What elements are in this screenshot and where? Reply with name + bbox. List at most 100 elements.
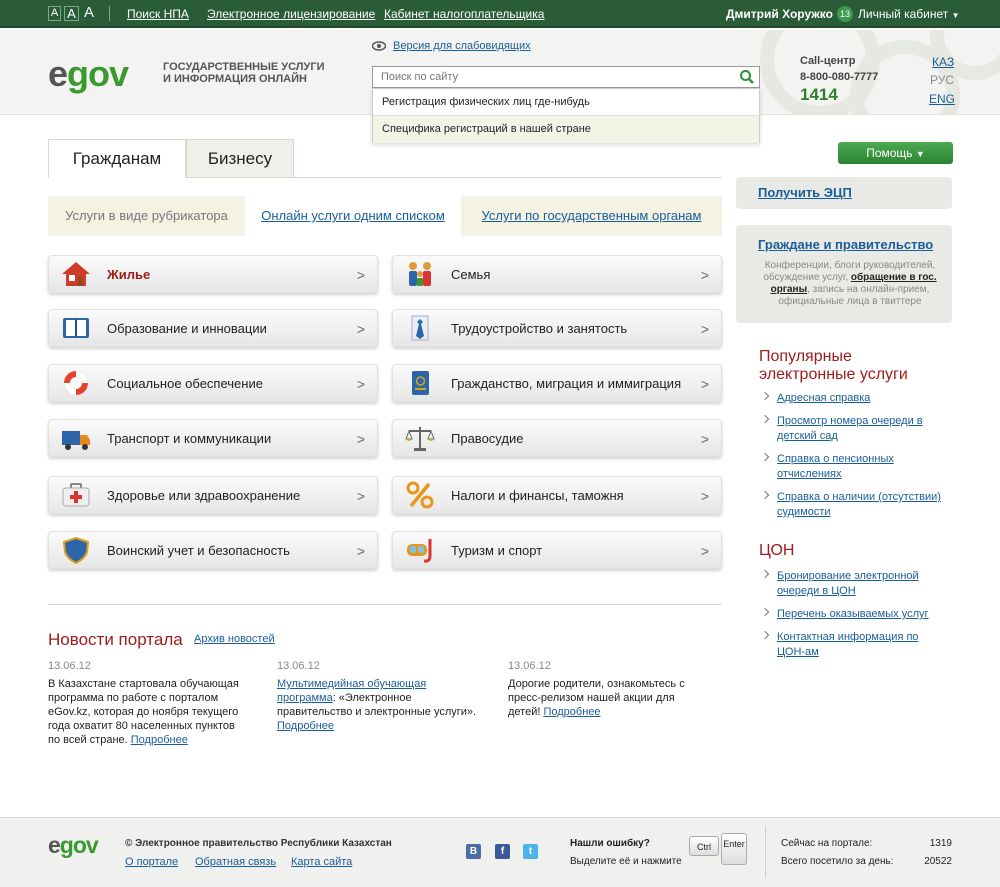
category-education[interactable]: Образование и инновации > bbox=[48, 309, 378, 347]
get-ecp-link[interactable]: Получить ЭЦП bbox=[758, 185, 852, 200]
e-licensing-link[interactable]: Электронное лицензирование bbox=[207, 7, 375, 21]
news-more-link[interactable]: Подробнее bbox=[543, 706, 600, 718]
family-icon bbox=[404, 260, 436, 288]
subnav-by-agency[interactable]: Услуги по государственным органам bbox=[461, 196, 722, 236]
notification-badge[interactable]: 13 bbox=[837, 6, 853, 22]
news-more-link[interactable]: Подробнее bbox=[277, 720, 334, 732]
tab-citizens[interactable]: Гражданам bbox=[48, 139, 186, 178]
footer-logo[interactable]: egov bbox=[48, 832, 99, 859]
con-link[interactable]: Перечень оказываемых услуг bbox=[777, 608, 929, 620]
twitter-icon[interactable]: t bbox=[523, 844, 538, 859]
category-label: Трудоустройство и занятость bbox=[451, 321, 628, 336]
lang-kaz-link[interactable]: КАЗ bbox=[932, 55, 954, 69]
help-label: Помощь bbox=[866, 146, 913, 160]
online-now-label: Сейчас на портале: bbox=[781, 838, 873, 849]
search-icon[interactable] bbox=[739, 69, 755, 85]
popular-title: Популярные электронные услуги bbox=[759, 348, 908, 383]
day-visits-label: Всего посетило за день: bbox=[781, 856, 894, 867]
section-divider bbox=[48, 604, 722, 605]
category-label: Правосудие bbox=[451, 431, 524, 446]
subnav-online-list[interactable]: Онлайн услуги одним списком bbox=[248, 196, 458, 236]
chevron-bullet-icon bbox=[760, 414, 770, 424]
chevron-bullet-icon bbox=[760, 607, 770, 617]
subnav-rubricator[interactable]: Услуги в виде рубрикатора bbox=[48, 196, 245, 236]
search-input[interactable] bbox=[373, 67, 733, 87]
search-box bbox=[372, 66, 760, 88]
suggestion-item[interactable]: Специфика регистраций в нашей стране bbox=[373, 116, 759, 143]
category-housing[interactable]: Жилье > bbox=[48, 255, 378, 293]
caret-down-icon: ▼ bbox=[915, 149, 925, 159]
category-family[interactable]: Семья > bbox=[392, 255, 722, 293]
lifebuoy-icon bbox=[60, 369, 92, 397]
tagline: ГОСУДАРСТВЕННЫЕ УСЛУГИ И ИНФОРМАЦИЯ ОНЛАЙ… bbox=[163, 61, 325, 85]
category-label: Семья bbox=[451, 267, 491, 282]
category-citizenship[interactable]: Гражданство, миграция и иммиграция > bbox=[392, 364, 722, 402]
news-more-link[interactable]: Подробнее bbox=[131, 734, 188, 746]
subnav-online-list-link[interactable]: Онлайн услуги одним списком bbox=[261, 208, 445, 223]
font-size-medium-button[interactable]: A bbox=[64, 6, 79, 21]
feedback-link[interactable]: Обратная связь bbox=[195, 856, 276, 868]
suggestion-item[interactable]: Регистрация физических лиц где-нибудь bbox=[373, 89, 759, 116]
divider bbox=[765, 826, 766, 878]
category-health[interactable]: Здоровье или здравоохранение > bbox=[48, 476, 378, 514]
list-item: Справка о пенсионных отчислениях bbox=[760, 451, 942, 481]
short-number: 1414 bbox=[800, 85, 838, 104]
font-size-small-button[interactable]: A bbox=[48, 6, 61, 21]
news-item: 13.06.12 В Казахстане стартовала обучающ… bbox=[48, 660, 248, 747]
category-employment[interactable]: Трудоустройство и занятость > bbox=[392, 309, 722, 347]
list-item: Справка о наличии (отсутствии) судимости bbox=[760, 489, 942, 519]
chevron-right-icon: > bbox=[700, 431, 709, 447]
news-title: Новости портала bbox=[48, 630, 183, 649]
facebook-icon[interactable]: f bbox=[495, 844, 510, 859]
personal-cabinet-menu[interactable]: Личный кабинет ▼ bbox=[858, 7, 960, 21]
con-link[interactable]: Бронирование электронной очереди в ЦОН bbox=[777, 570, 919, 597]
chevron-bullet-icon bbox=[760, 452, 770, 462]
help-button[interactable]: Помощь ▼ bbox=[838, 142, 953, 164]
category-label: Воинский учет и безопасность bbox=[107, 543, 290, 558]
category-tourism[interactable]: Туризм и спорт > bbox=[392, 531, 722, 569]
low-vision-link[interactable]: Версия для слабовидящих bbox=[393, 40, 531, 52]
category-transport[interactable]: Транспорт и коммуникации > bbox=[48, 419, 378, 457]
list-item: Адресная справка bbox=[760, 390, 942, 405]
news-item: 13.06.12 Дорогие родители, ознакомьтесь … bbox=[508, 660, 708, 719]
npa-search-link[interactable]: Поиск НПА bbox=[127, 7, 189, 21]
personal-cabinet-label: Личный кабинет bbox=[858, 7, 949, 21]
con-link[interactable]: Контактная информация по ЦОН-ам bbox=[777, 631, 919, 658]
online-now-value: 1319 bbox=[929, 838, 952, 849]
ecp-box: Получить ЭЦП bbox=[736, 177, 952, 209]
taxpayer-cabinet-link[interactable]: Кабинет налогоплательщика bbox=[384, 7, 544, 21]
category-justice[interactable]: Правосудие > bbox=[392, 419, 722, 457]
citizens-gov-link[interactable]: Граждане и правительство bbox=[758, 237, 933, 252]
lang-eng-link[interactable]: ENG bbox=[929, 92, 955, 106]
font-size-large-button[interactable]: A bbox=[82, 5, 96, 21]
day-visits-value: 20522 bbox=[924, 856, 952, 867]
popular-service-link[interactable]: Справка о пенсионных отчислениях bbox=[777, 453, 894, 480]
news-archive-link[interactable]: Архив новостей bbox=[194, 633, 275, 645]
sitemap-link[interactable]: Карта сайта bbox=[291, 856, 352, 868]
category-military[interactable]: Воинский учет и безопасность > bbox=[48, 531, 378, 569]
passport-icon bbox=[404, 369, 436, 397]
egov-logo[interactable]: egov bbox=[48, 54, 129, 94]
top-bar: A A A Поиск НПА Электронное лицензирован… bbox=[0, 0, 1000, 28]
category-taxes[interactable]: Налоги и финансы, таможня > bbox=[392, 476, 722, 514]
popular-service-link[interactable]: Справка о наличии (отсутствии) судимости bbox=[777, 491, 941, 518]
about-link[interactable]: О портале bbox=[125, 856, 178, 868]
chevron-bullet-icon bbox=[760, 391, 770, 401]
tab-business[interactable]: Бизнесу bbox=[186, 139, 294, 177]
category-label: Транспорт и коммуникации bbox=[107, 431, 272, 446]
con-list: Бронирование электронной очереди в ЦОН П… bbox=[760, 568, 942, 659]
vk-icon[interactable]: B bbox=[466, 844, 481, 859]
search-suggestions: Регистрация физических лиц где-нибудь Сп… bbox=[372, 88, 760, 143]
category-label: Социальное обеспечение bbox=[107, 376, 263, 391]
popular-service-link[interactable]: Адресная справка bbox=[777, 392, 870, 404]
gov-box: Граждане и правительство Конференции, бл… bbox=[736, 225, 952, 323]
category-social[interactable]: Социальное обеспечение > bbox=[48, 364, 378, 402]
con-title: ЦОН bbox=[759, 542, 795, 559]
popular-service-link[interactable]: Просмотр номера очереди в детский сад bbox=[777, 415, 923, 442]
chevron-right-icon: > bbox=[356, 431, 365, 447]
shield-icon bbox=[60, 536, 92, 565]
first-aid-icon bbox=[60, 481, 92, 509]
subnav-by-agency-link[interactable]: Услуги по государственным органам bbox=[482, 208, 702, 223]
chevron-right-icon: > bbox=[700, 543, 709, 559]
list-item: Бронирование электронной очереди в ЦОН bbox=[760, 568, 942, 598]
